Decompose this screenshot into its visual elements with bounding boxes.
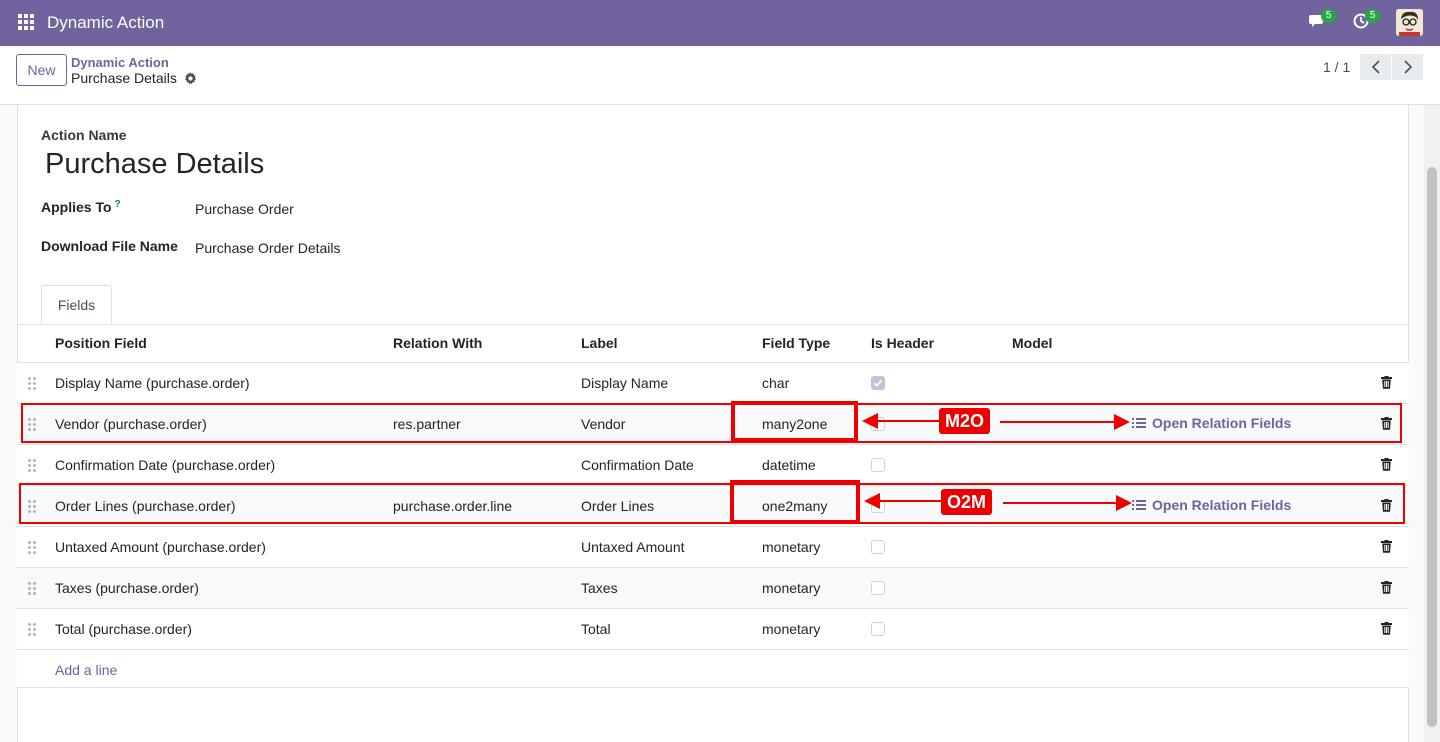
trash-icon[interactable] <box>1381 458 1392 471</box>
download-file-name-field[interactable]: Purchase Order Details <box>195 240 341 256</box>
pager-next-button[interactable] <box>1392 54 1423 80</box>
column-header[interactable]: Label <box>581 335 618 351</box>
column-header[interactable]: Relation With <box>393 335 482 351</box>
field-type-cell[interactable]: monetary <box>762 539 820 555</box>
drag-handle-icon[interactable] <box>28 459 38 473</box>
user-avatar[interactable] <box>1396 9 1423 36</box>
trash-icon[interactable] <box>1381 376 1392 389</box>
pager-value[interactable]: 1 / 1 <box>1323 59 1350 75</box>
trash-icon[interactable] <box>1381 622 1392 635</box>
vertical-scrollbar[interactable] <box>1424 105 1440 742</box>
table-row[interactable]: Confirmation Date (purchase.order) Confir… <box>17 445 1409 486</box>
control-panel: New Dynamic Action Purchase Details 1 / … <box>0 46 1440 105</box>
column-header[interactable]: Model <box>1012 335 1052 351</box>
label-cell[interactable]: Display Name <box>581 375 668 391</box>
messages-icon[interactable]: 5 <box>1309 9 1336 33</box>
many2one-type-highlight <box>731 401 858 442</box>
label-cell[interactable]: Confirmation Date <box>581 457 694 473</box>
field-type-cell[interactable]: monetary <box>762 621 820 637</box>
help-tooltip-icon[interactable]: ? <box>115 199 121 210</box>
activities-clock-icon[interactable]: 5 <box>1353 9 1380 33</box>
gear-icon[interactable] <box>184 72 197 85</box>
trash-icon[interactable] <box>1381 581 1392 594</box>
action-name-field[interactable]: Purchase Details <box>45 148 264 181</box>
is-header-checkbox[interactable] <box>871 458 885 472</box>
drag-handle-icon[interactable] <box>28 377 38 391</box>
field-type-cell[interactable]: monetary <box>762 580 820 596</box>
position-field-cell[interactable]: Total (purchase.order) <box>55 621 192 637</box>
is-header-checkbox[interactable] <box>871 581 885 595</box>
chevron-left-icon <box>1371 60 1380 74</box>
download-file-name-label: Download File Name <box>41 238 178 254</box>
column-header[interactable]: Field Type <box>762 335 830 351</box>
table-row[interactable]: Total (purchase.order) Total monetary <box>17 609 1409 650</box>
apps-menu-icon[interactable] <box>18 14 35 31</box>
drag-handle-icon[interactable] <box>28 623 38 637</box>
field-type-cell[interactable]: char <box>762 375 789 391</box>
position-field-cell[interactable]: Display Name (purchase.order) <box>55 375 250 391</box>
fields-table: Position Field Relation With Label Field… <box>17 324 1409 688</box>
is-header-checkbox[interactable] <box>871 540 885 554</box>
messages-badge: 5 <box>1321 9 1336 23</box>
applies-to-field[interactable]: Purchase Order <box>195 201 294 217</box>
column-header[interactable]: Position Field <box>55 335 147 351</box>
vendor-row-highlight <box>21 403 1402 443</box>
label-cell[interactable]: Taxes <box>581 580 618 596</box>
table-row[interactable]: Taxes (purchase.order) Taxes monetary <box>17 568 1409 609</box>
label-cell[interactable]: Total <box>581 621 611 637</box>
drag-handle-icon[interactable] <box>28 582 38 596</box>
activities-badge: 5 <box>1365 9 1380 23</box>
app-title[interactable]: Dynamic Action <box>47 13 164 33</box>
action-name-label: Action Name <box>41 127 127 143</box>
table-row[interactable]: Display Name (purchase.order) Display Nam… <box>17 363 1409 404</box>
breadcrumb-parent[interactable]: Dynamic Action <box>71 55 169 70</box>
one2many-type-highlight <box>730 480 860 524</box>
chevron-right-icon <box>1403 60 1412 74</box>
label-cell[interactable]: Untaxed Amount <box>581 539 685 555</box>
applies-to-label: Applies To? <box>41 199 121 215</box>
position-field-cell[interactable]: Taxes (purchase.order) <box>55 580 199 596</box>
top-navbar: Dynamic Action 5 5 <box>0 0 1440 46</box>
m2o-annotation-tag: M2O <box>939 408 991 434</box>
pager-previous-button[interactable] <box>1360 54 1391 80</box>
table-header: Position Field Relation With Label Field… <box>17 325 1409 363</box>
table-row[interactable]: Untaxed Amount (purchase.order) Untaxed A… <box>17 527 1409 568</box>
position-field-cell[interactable]: Untaxed Amount (purchase.order) <box>55 539 266 555</box>
breadcrumb-current: Purchase Details <box>71 70 177 86</box>
tab-fields[interactable]: Fields <box>41 285 112 325</box>
column-header[interactable]: Is Header <box>871 335 934 351</box>
position-field-cell[interactable]: Confirmation Date (purchase.order) <box>55 457 275 473</box>
new-button[interactable]: New <box>16 54 67 86</box>
add-a-line-link[interactable]: Add a line <box>55 662 117 678</box>
scrollbar-thumb[interactable] <box>1427 167 1437 727</box>
trash-icon[interactable] <box>1381 540 1392 553</box>
is-header-checkbox[interactable] <box>871 376 885 390</box>
order-lines-row-highlight <box>19 483 1405 524</box>
is-header-checkbox[interactable] <box>871 622 885 636</box>
drag-handle-icon[interactable] <box>28 541 38 555</box>
field-type-cell[interactable]: datetime <box>762 457 816 473</box>
o2m-annotation-tag: O2M <box>941 489 993 515</box>
add-line-row: Add a line <box>17 650 1409 688</box>
